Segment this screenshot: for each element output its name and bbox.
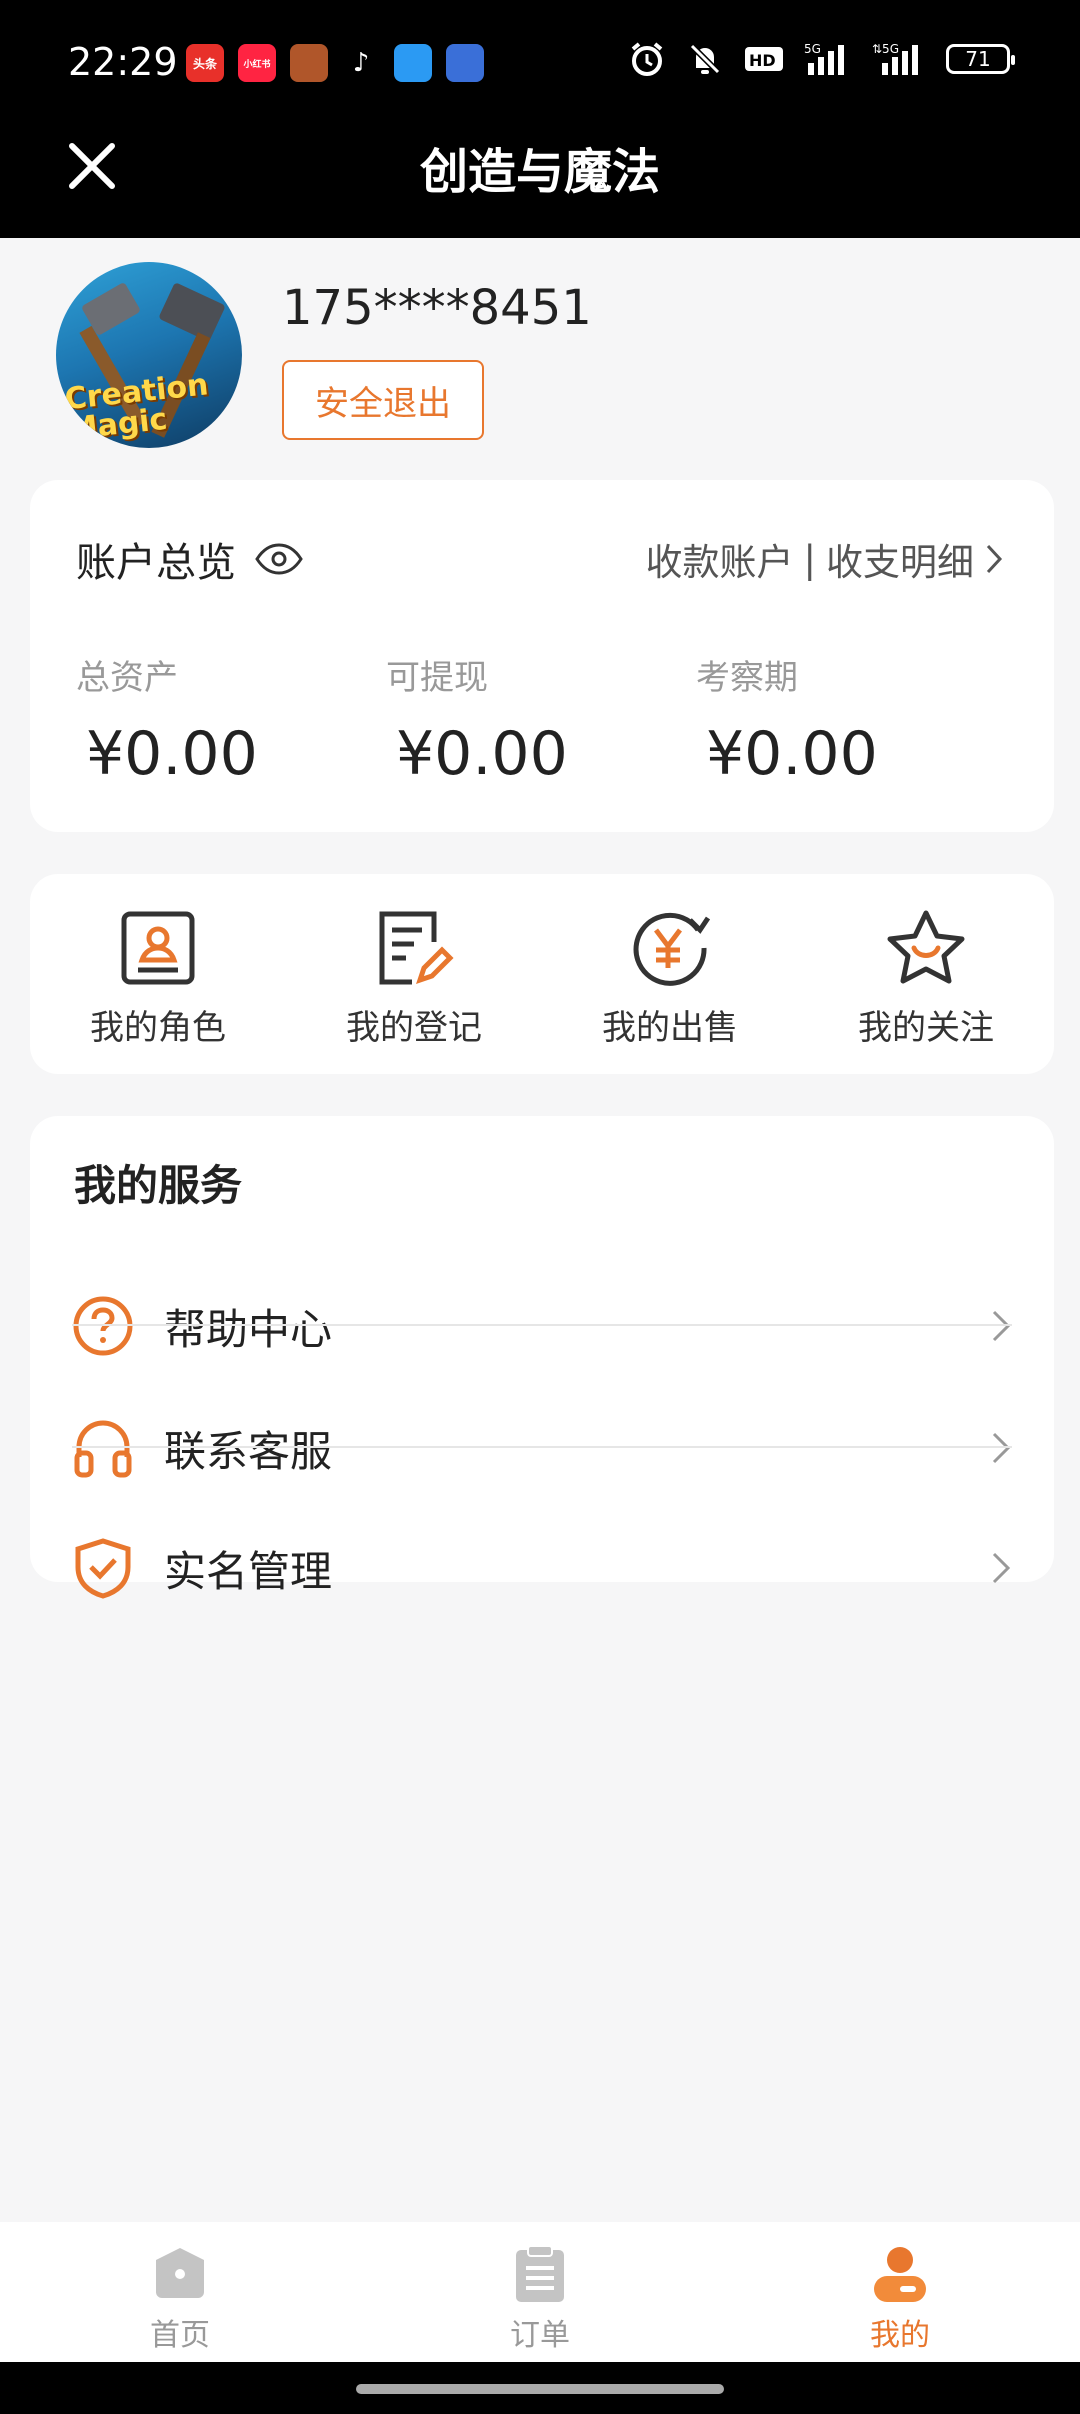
tiktok-icon: ♪ [342, 44, 380, 82]
status-time: 22:29 [68, 40, 178, 84]
withdrawable-label: 可提现 [386, 658, 488, 698]
svg-text:⇅5G: ⇅5G [872, 42, 899, 56]
tab-label: 我的 [870, 2318, 930, 2353]
receive-account-link[interactable]: 收款账户 [646, 532, 794, 586]
quick-action-label: 我的出售 [602, 1008, 738, 1048]
income-detail-link[interactable]: 收支明细 [826, 532, 974, 586]
hd-icon: HD [745, 47, 783, 71]
help-icon [73, 1296, 133, 1356]
svg-text:HD: HD [749, 51, 776, 70]
avatar[interactable]: Creation Magic [56, 262, 242, 448]
service-label: 联系客服 [164, 1426, 333, 1476]
role-card-icon [121, 911, 195, 985]
logout-button[interactable]: 安全退出 [282, 360, 484, 440]
services-title: 我的服务 [74, 1161, 243, 1210]
alarm-icon [631, 42, 663, 76]
title-bar: 创造与魔法 [0, 110, 1080, 238]
chevron-right-icon [992, 1552, 1011, 1584]
system-nav-bar [0, 2362, 1080, 2414]
toutiao-icon: 头条 [186, 44, 224, 82]
service-help-center[interactable]: 帮助中心 [72, 1266, 1012, 1386]
edit-note-icon [379, 911, 454, 985]
status-indicators: HD 5G ⇅5G 71 [628, 40, 1015, 78]
account-overview-title: 账户总览 [76, 540, 236, 586]
profile-section: Creation Magic 175****8451 安全退出 [56, 262, 1036, 462]
home-icon [156, 2248, 204, 2298]
chevron-right-icon [992, 1432, 1011, 1464]
total-assets-label: 总资产 [76, 658, 178, 698]
total-assets-value: ¥0.00 [86, 719, 258, 789]
inspection-period-value: ¥0.00 [706, 719, 878, 789]
profile-icon [874, 2247, 926, 2302]
quick-action-label: 我的角色 [90, 1008, 226, 1048]
quick-action-my-sale[interactable]: 我的出售 [542, 874, 798, 1074]
home-indicator[interactable] [356, 2384, 724, 2394]
page-title: 创造与魔法 [419, 144, 660, 200]
inspection-period-label: 考察期 [696, 658, 798, 698]
withdrawable-value: ¥0.00 [396, 719, 568, 789]
account-links: 收款账户 | 收支明细 [646, 532, 1004, 586]
tab-home[interactable]: 首页 [0, 2222, 360, 2362]
eye-icon[interactable] [254, 542, 304, 576]
chevron-right-icon [986, 544, 1003, 574]
signal-5g-icon: 5G [804, 42, 844, 75]
inspection-period: 考察期 ¥0.00 [696, 650, 878, 789]
phone-number: 175****8451 [282, 280, 592, 336]
cloud-app-icon [394, 44, 432, 82]
battery-indicator: 71 [946, 44, 1015, 74]
quick-action-my-role[interactable]: 我的角色 [30, 874, 286, 1074]
mute-bell-icon [689, 43, 721, 75]
order-icon [516, 2245, 564, 2302]
divider [72, 1446, 1012, 1448]
tool-app-icon [446, 44, 484, 82]
tab-label: 订单 [510, 2318, 570, 2353]
chevron-right-icon [992, 1310, 1011, 1342]
tab-label: 首页 [150, 2318, 210, 2353]
xiaohongshu-icon: 小红书 [238, 44, 276, 82]
services-card: 我的服务 帮助中心 联系客服 实名管理 [30, 1116, 1054, 1599]
shield-check-icon [75, 1538, 131, 1599]
service-label: 帮助中心 [164, 1304, 333, 1354]
tab-orders[interactable]: 订单 [360, 2222, 720, 2362]
svg-text:5G: 5G [804, 42, 821, 56]
quick-action-my-follow[interactable]: 我的关注 [798, 874, 1054, 1074]
star-icon [887, 910, 965, 984]
total-assets: 总资产 ¥0.00 [76, 650, 258, 789]
yuan-sale-icon [633, 912, 711, 986]
service-label: 实名管理 [164, 1546, 333, 1596]
account-overview-card: 账户总览 收款账户 | 收支明细 总资产 ¥0.00 可提现 ¥0.00 考察期… [30, 480, 1054, 832]
status-app-icons: 头条 小红书 ♪ [186, 44, 484, 82]
withdrawable: 可提现 ¥0.00 [386, 650, 568, 789]
link-separator: | [803, 537, 816, 581]
signal-5g-2-icon: ⇅5G [872, 42, 918, 75]
quick-action-label: 我的关注 [858, 1008, 994, 1048]
divider [72, 1324, 1012, 1326]
account-overview-header: 账户总览 [76, 530, 304, 588]
quick-action-my-registration[interactable]: 我的登记 [286, 874, 542, 1074]
headset-icon [74, 1420, 132, 1478]
game-icon [290, 44, 328, 82]
tab-bar: 首页 订单 我的 [0, 2222, 1080, 2362]
service-contact-support[interactable]: 联系客服 [72, 1388, 1012, 1508]
service-real-name[interactable]: 实名管理 [72, 1508, 1012, 1628]
quick-action-label: 我的登记 [346, 1008, 482, 1048]
quick-actions-card: 我的角色 我的登记 我的出售 我的关注 [30, 874, 1054, 1074]
tab-profile[interactable]: 我的 [720, 2222, 1080, 2362]
